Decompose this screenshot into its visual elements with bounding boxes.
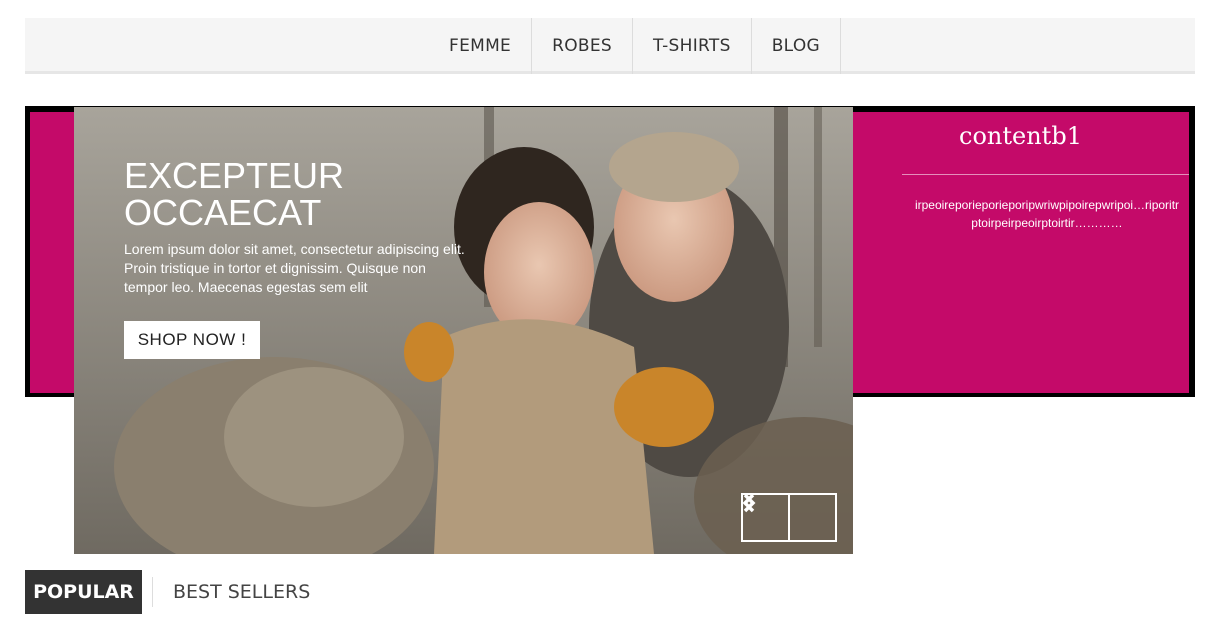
- slider-next-button[interactable]: [743, 493, 837, 542]
- tab-best-sellers[interactable]: BEST SELLERS: [153, 581, 310, 603]
- nav-link-blog[interactable]: BLOG: [752, 36, 840, 56]
- nav-link-femme[interactable]: FEMME: [428, 36, 531, 56]
- side-panel-title: contentb1: [959, 122, 1082, 150]
- nav-item-blog: BLOG: [752, 18, 841, 74]
- product-tabs: POPULAR BEST SELLERS: [25, 570, 310, 614]
- nav-item-robes: ROBES: [532, 18, 633, 74]
- slide-description: Lorem ipsum dolor sit amet, consectetur …: [124, 241, 465, 295]
- side-content-panel: contentb1 irpeoireporieporieporipwriwpip…: [852, 112, 1189, 393]
- main-menu: FEMME ROBES T-SHIRTS BLOG: [428, 18, 841, 74]
- chevron-right-icon: [743, 493, 756, 513]
- banner-accent-strip: [30, 112, 75, 393]
- nav-item-tshirts: T-SHIRTS: [633, 18, 752, 74]
- nav-link-tshirts[interactable]: T-SHIRTS: [633, 36, 751, 56]
- hero-slide: EXCEPTEUR OCCAECAT Lorem ipsum dolor sit…: [74, 107, 853, 554]
- side-panel-text: irpeoireporieporieporipwriwpipoirepwripo…: [914, 198, 1180, 230]
- tab-popular[interactable]: POPULAR: [25, 570, 142, 614]
- slide-heading: EXCEPTEUR OCCAECAT: [124, 155, 345, 233]
- nav-item-femme: FEMME: [428, 18, 533, 74]
- slider-navigation: [741, 493, 837, 542]
- main-navigation: FEMME ROBES T-SHIRTS BLOG: [25, 18, 1195, 74]
- nav-link-robes[interactable]: ROBES: [532, 36, 632, 56]
- side-panel-divider: [902, 174, 1189, 175]
- shop-now-button[interactable]: SHOP NOW !: [124, 321, 260, 359]
